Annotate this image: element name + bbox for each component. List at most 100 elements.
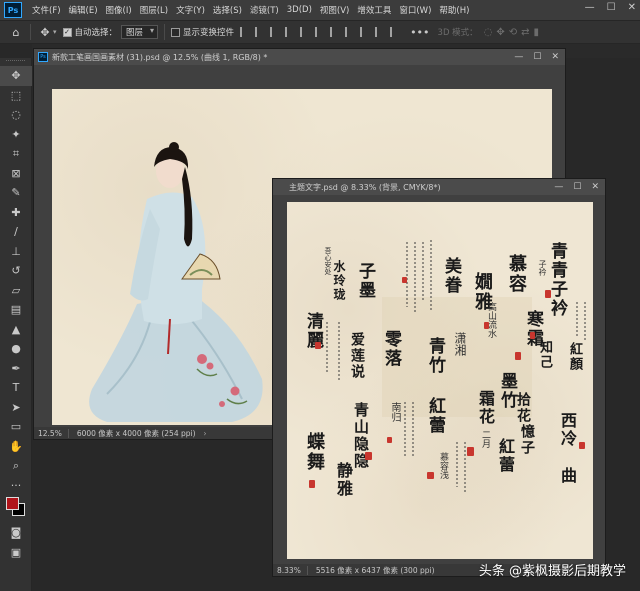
- crop-tool-icon[interactable]: ⌗: [0, 144, 32, 164]
- auto-select-checkbox[interactable]: ✓: [62, 27, 72, 37]
- chevron-right-icon[interactable]: ›: [204, 429, 207, 438]
- lasso-tool-icon[interactable]: ◌: [0, 105, 32, 125]
- chevron-down-icon[interactable]: ▾: [53, 28, 57, 36]
- gradient-tool-icon[interactable]: ▤: [0, 300, 32, 320]
- document-ps-icon: Ps: [38, 52, 48, 62]
- panel-grip[interactable]: [6, 60, 25, 64]
- color-swatches[interactable]: [0, 495, 32, 523]
- maximize-icon[interactable]: ☐: [607, 2, 616, 13]
- distribute-right-icon[interactable]: [360, 27, 370, 37]
- eraser-tool-icon[interactable]: ▱: [0, 281, 32, 301]
- document-title-bar[interactable]: 主题文字.psd @ 8.33% (背景, CMYK/8*) — ☐ ✕: [273, 179, 605, 195]
- distribute-center-icon[interactable]: [345, 27, 355, 37]
- align-right-icon[interactable]: [270, 27, 280, 37]
- red-seal: [402, 277, 407, 283]
- document-size-info[interactable]: 6000 像素 x 4000 像素 (254 ppi): [77, 428, 196, 439]
- red-seal: [365, 452, 372, 460]
- menu-file[interactable]: 文件(F): [28, 4, 65, 16]
- maximize-icon[interactable]: ☐: [533, 52, 541, 62]
- close-icon[interactable]: ✕: [551, 52, 559, 62]
- zoom-tool-icon[interactable]: ⌕: [0, 456, 32, 476]
- canvas-calligraphy[interactable]: 青青子衿 子衿 慕容 寒霜 嫺雅 美眷 子墨 水玲珑 清麗 知己 紅顏 拾花 憶…: [287, 202, 593, 559]
- healing-brush-tool-icon[interactable]: ✚: [0, 203, 32, 223]
- document-size-info[interactable]: 5516 像素 x 6437 像素 (300 ppi): [316, 565, 435, 576]
- auto-select-label: 自动选择：: [74, 28, 118, 38]
- show-transform-checkbox[interactable]: [171, 27, 181, 37]
- align-left-icon[interactable]: [240, 27, 250, 37]
- menu-view[interactable]: 视图(V): [316, 4, 353, 16]
- auto-select-target-dropdown[interactable]: 图层: [121, 25, 159, 39]
- eyedropper-tool-icon[interactable]: ✎: [0, 183, 32, 203]
- maximize-icon[interactable]: ☐: [573, 182, 581, 192]
- photoshop-logo-icon: Ps: [4, 2, 22, 18]
- minimize-icon[interactable]: —: [514, 52, 523, 62]
- red-seal: [309, 480, 315, 488]
- screen-mode-icon[interactable]: ▣: [0, 543, 32, 563]
- red-seal: [545, 290, 551, 298]
- distribute-spacing-icon[interactable]: [390, 27, 400, 37]
- red-seal: [315, 342, 321, 349]
- menu-filter[interactable]: 滤镜(T): [246, 4, 283, 16]
- red-seal: [387, 437, 392, 443]
- menu-layer[interactable]: 图层(L): [136, 4, 172, 16]
- minimize-icon[interactable]: —: [585, 2, 595, 13]
- magic-wand-tool-icon[interactable]: ✦: [0, 125, 32, 145]
- close-icon[interactable]: ✕: [591, 182, 599, 192]
- options-bar: ⌂ ✥ ▾ ✓ 自动选择： 图层 显示变换控件 ••• 3D 模式： ◌✥⟲⇄▮: [0, 20, 640, 44]
- red-seal: [515, 352, 521, 360]
- home-icon[interactable]: ⌂: [8, 24, 24, 40]
- brush-tool-icon[interactable]: ∕: [0, 222, 32, 242]
- small-script-lines: [326, 240, 586, 492]
- menu-select[interactable]: 选择(S): [209, 4, 246, 16]
- menu-image[interactable]: 图像(I): [102, 4, 136, 16]
- menu-bar: Ps 文件(F) 编辑(E) 图像(I) 图层(L) 文字(Y) 选择(S) 滤…: [0, 0, 640, 20]
- separator: [164, 24, 166, 40]
- tools-panel: ✥ ⬚ ◌ ✦ ⌗ ⊠ ✎ ✚ ∕ ⊥ ↺ ▱ ▤ ▲ ● ✒ T ➤ ▭ ✋ …: [0, 58, 32, 591]
- separator: [30, 24, 31, 40]
- blur-tool-icon[interactable]: ▲: [0, 320, 32, 340]
- rectangle-tool-icon[interactable]: ▭: [0, 417, 32, 437]
- red-seal: [484, 322, 489, 329]
- watermark-text: 头条 @紫枫摄影后期教学: [478, 564, 626, 579]
- foreground-color-swatch[interactable]: [6, 497, 19, 510]
- pen-tool-icon[interactable]: ✒: [0, 359, 32, 379]
- red-seal: [530, 332, 535, 339]
- path-selection-tool-icon[interactable]: ➤: [0, 398, 32, 418]
- menu-3d[interactable]: 3D(D): [283, 5, 316, 15]
- menu-type[interactable]: 文字(Y): [172, 4, 209, 16]
- document-title: 新款工笔画国画素材 (31).psd @ 12.5% (曲线 1, RGB/8)…: [52, 52, 268, 62]
- align-vcenter-icon[interactable]: [300, 27, 310, 37]
- move-tool-icon[interactable]: ✥: [0, 66, 32, 86]
- menu-edit[interactable]: 编辑(E): [65, 4, 102, 16]
- align-top-icon[interactable]: [285, 27, 295, 37]
- document-title-bar[interactable]: Ps 新款工笔画国画素材 (31).psd @ 12.5% (曲线 1, RGB…: [34, 49, 565, 65]
- document-window-2[interactable]: 主题文字.psd @ 8.33% (背景, CMYK/8*) — ☐ ✕ 青青子…: [272, 178, 606, 577]
- align-bottom-icon[interactable]: [315, 27, 325, 37]
- clone-stamp-tool-icon[interactable]: ⊥: [0, 242, 32, 262]
- distribute-left-icon[interactable]: [330, 27, 340, 37]
- menu-plugins[interactable]: 增效工具: [353, 4, 395, 16]
- show-transform-label: 显示变换控件: [183, 28, 235, 38]
- red-seal: [467, 447, 474, 456]
- dodge-tool-icon[interactable]: ●: [0, 339, 32, 359]
- menu-window[interactable]: 窗口(W): [395, 4, 435, 16]
- artboard-tool-icon[interactable]: ⬚: [0, 86, 32, 106]
- close-icon[interactable]: ✕: [628, 2, 636, 13]
- zoom-level[interactable]: 12.5%: [38, 428, 69, 438]
- move-tool-icon[interactable]: ✥: [37, 24, 53, 40]
- more-options-icon[interactable]: •••: [410, 26, 429, 39]
- hand-tool-icon[interactable]: ✋: [0, 437, 32, 457]
- minimize-icon[interactable]: —: [554, 182, 563, 192]
- 3d-mode-icons: ◌✥⟲⇄▮: [483, 26, 544, 38]
- align-hcenter-icon[interactable]: [255, 27, 265, 37]
- align-buttons: [240, 27, 400, 37]
- distribute-top-icon[interactable]: [375, 27, 385, 37]
- more-tools-icon[interactable]: ···: [0, 476, 32, 496]
- window-controls: — ☐ ✕: [585, 2, 636, 13]
- history-brush-tool-icon[interactable]: ↺: [0, 261, 32, 281]
- type-tool-icon[interactable]: T: [0, 378, 32, 398]
- frame-tool-icon[interactable]: ⊠: [0, 164, 32, 184]
- quick-mask-icon[interactable]: ◙: [0, 523, 32, 543]
- menu-help[interactable]: 帮助(H): [435, 4, 473, 16]
- zoom-level[interactable]: 8.33%: [277, 565, 308, 575]
